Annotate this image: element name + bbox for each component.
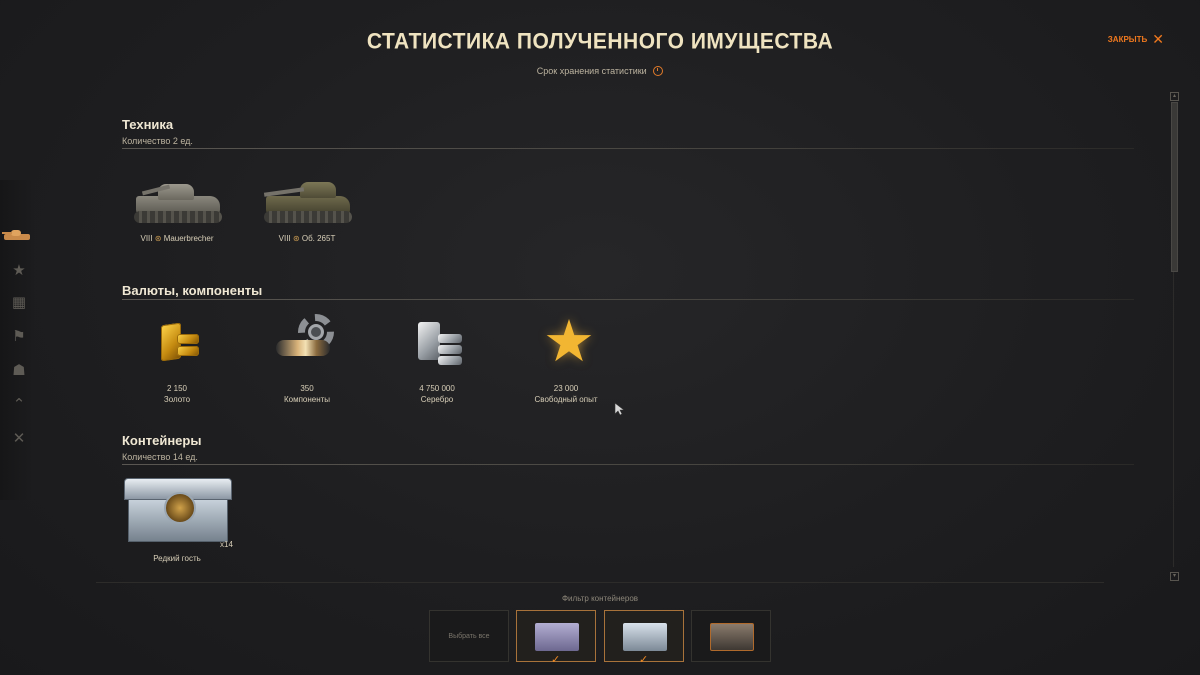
vehicle-tier: VIII (278, 234, 291, 243)
page-title: СТАТИСТИКА ПОЛУЧЕННОГО ИМУЩЕСТВА (366, 29, 834, 54)
currency-item-gold[interactable]: 2 150 Золото (122, 310, 232, 404)
filter-chip-container[interactable] (691, 610, 771, 662)
vehicle-item[interactable]: VIII ⊛ Mauerbrecher (122, 160, 232, 243)
currency-value: 350 (300, 384, 314, 393)
section-title: Валюты, компоненты (122, 283, 263, 298)
filter-chip-container[interactable]: ✓ (516, 610, 596, 666)
silver-bars-icon (382, 310, 492, 382)
section-title: Контейнеры (122, 433, 202, 448)
tank-image (252, 160, 362, 232)
scroll-thumb[interactable] (1171, 102, 1178, 272)
vehicle-item[interactable]: VIII ⊛ Об. 265Т (252, 160, 362, 243)
container-image: x14 (122, 474, 233, 552)
vehicle-tier: VIII (140, 234, 153, 243)
divider (122, 464, 1134, 465)
vehicle-name: Mauerbrecher (163, 234, 214, 243)
container-label: Редкий гость (153, 554, 201, 563)
currency-label: Серебро (420, 395, 454, 404)
statistics-retention-info[interactable]: Срок хранения статистики (0, 66, 1200, 76)
section-count: Количество 2 ед. (122, 136, 193, 146)
currency-value: 23 000 (553, 384, 579, 393)
flag-icon[interactable]: ⚑ (8, 326, 30, 348)
nation-emblem-icon: ⊛ (154, 234, 162, 243)
close-label: ЗАКРЫТЬ (1107, 34, 1148, 44)
tools-icon[interactable]: ✕ (8, 428, 30, 450)
container-item[interactable]: x14 Редкий гость (122, 474, 233, 563)
container-thumbnail (535, 623, 579, 651)
divider (96, 582, 1104, 583)
close-icon: ✕ (1152, 31, 1164, 47)
retention-label: Срок хранения статистики (536, 66, 647, 76)
currency-label: Свободный опыт (534, 395, 598, 404)
tank-icon[interactable] (2, 226, 32, 248)
container-thumbnail (623, 623, 667, 651)
section-count: Количество 14 ед. (122, 452, 198, 462)
rank-chevron-icon[interactable]: ⌃ (8, 394, 30, 416)
stars-icon[interactable]: ★ (8, 260, 30, 282)
players-icon[interactable]: ☗ (8, 360, 30, 382)
checkmark-icon: ✓ (551, 654, 561, 666)
currency-item-free-xp[interactable]: ★ 23 000 Свободный опыт (511, 309, 621, 405)
scroll-up-icon[interactable]: ▴ (1170, 92, 1179, 101)
section-title: Техника (122, 117, 174, 132)
vehicles-section-header: Техника Количество 2 ед. (122, 117, 193, 146)
gold-bars-icon (122, 310, 232, 382)
filter-select-all-button[interactable]: Выбрать все (429, 610, 509, 662)
currencies-section-header: Валюты, компоненты (122, 283, 262, 298)
checkmark-icon: ✓ (639, 654, 649, 666)
clock-icon[interactable] (653, 66, 664, 76)
containers-section-header: Контейнеры Количество 14 ед. (122, 433, 201, 462)
filter-label: Фильтр контейнеров (561, 594, 639, 603)
tank-image (122, 160, 232, 232)
currency-value: 2 150 (166, 384, 188, 393)
vehicle-label: VIII ⊛ Об. 265Т (252, 234, 362, 243)
nation-emblem-icon: ⊛ (292, 234, 300, 243)
close-button[interactable]: ЗАКРЫТЬ ✕ (1107, 31, 1164, 47)
divider (122, 148, 1134, 149)
filter-chip-container[interactable]: ✓ (604, 610, 684, 666)
garage-icon[interactable]: ▦ (8, 292, 30, 314)
currency-value: 4 750 000 (419, 384, 455, 393)
gear-components-icon (252, 310, 362, 382)
star-icon: ★ (543, 309, 595, 374)
vehicle-label: VIII ⊛ Mauerbrecher (122, 234, 232, 243)
vehicle-name: Об. 265Т (301, 234, 336, 243)
scrollbar[interactable]: ▴ ▾ (1170, 92, 1179, 581)
container-count: x14 (220, 540, 233, 549)
currency-item-components[interactable]: 350 Компоненты (252, 310, 362, 404)
scroll-down-icon[interactable]: ▾ (1170, 572, 1179, 581)
select-all-label: Выбрать все (448, 633, 490, 640)
currency-item-silver[interactable]: 4 750 000 Серебро (382, 310, 492, 404)
left-sidebar: ★ ▦ ⚑ ☗ ⌃ ✕ (0, 180, 34, 500)
currency-label: Компоненты (283, 395, 331, 404)
currency-label: Золото (163, 395, 191, 404)
container-thumbnail (710, 623, 754, 651)
divider (122, 299, 1134, 300)
